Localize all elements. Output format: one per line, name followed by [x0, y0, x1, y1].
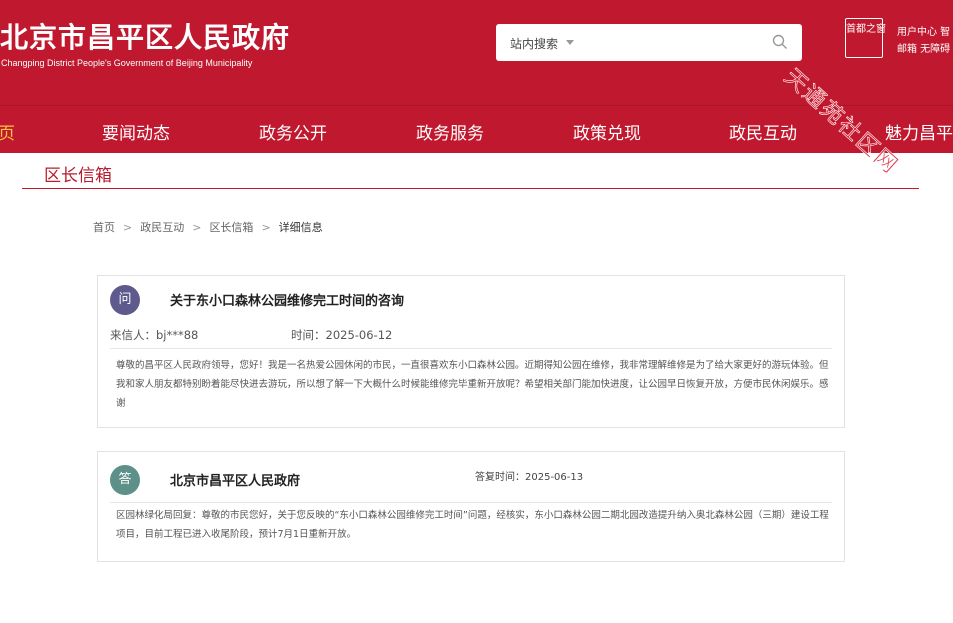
question-card: 问 关于东小口森林公园维修完工时间的咨询 来信人：bj***88 时间：2025… [97, 275, 845, 428]
caret-down-icon[interactable] [566, 40, 574, 45]
breadcrumb-interaction[interactable]: 政民互动 [140, 221, 184, 234]
user-center-link[interactable]: 用户中心 智 [897, 24, 950, 41]
search-icon[interactable] [772, 34, 788, 50]
user-links: 用户中心 智 邮箱 无障碍 [897, 24, 950, 58]
question-body: 尊敬的昌平区人民政府领导，您好！我是一名热爱公园休闲的市民，一直很喜欢东小口森林… [116, 360, 829, 409]
answer-avatar: 答 [110, 465, 140, 495]
nav-item-changping[interactable]: 魅力昌平 [885, 119, 953, 144]
question-time: 时间：2025-06-12 [291, 328, 393, 342]
breadcrumb-mailbox[interactable]: 区长信箱 [209, 221, 253, 234]
nav-item-services[interactable]: 政务服务 [416, 119, 484, 144]
question-sender: 来信人：bj***88 [110, 328, 199, 342]
answer-card: 答 北京市昌平区人民政府 答复时间：2025-06-13 区园林绿化局回复：尊敬… [97, 451, 845, 562]
breadcrumb-separator: > [261, 221, 271, 234]
nav-item-interaction[interactable]: 政民互动 [729, 119, 797, 144]
breadcrumb-current: 详细信息 [278, 221, 323, 234]
breadcrumb-separator: > [123, 221, 133, 234]
question-title: 关于东小口森林公园维修完工时间的咨询 [170, 294, 405, 309]
breadcrumb: 首页 > 政民互动 > 区长信箱 > 详细信息 [93, 219, 323, 235]
card-divider [110, 348, 832, 349]
title-divider [22, 188, 919, 189]
answer-body: 区园林绿化局回复：尊敬的市民您好，关于您反映的“东小口森林公园维修完工时间”问题… [116, 510, 829, 540]
nav-item-gov-affairs[interactable]: 政务公开 [259, 119, 327, 144]
nav-item-home[interactable]: 页 [0, 119, 15, 144]
answer-title: 北京市昌平区人民政府 [170, 474, 301, 489]
breadcrumb-home[interactable]: 首页 [93, 221, 115, 234]
question-avatar: 问 [110, 285, 140, 315]
site-title[interactable]: 北京市昌平区人民政府 [0, 16, 290, 56]
site-subtitle: Changping District People's Government o… [1, 58, 253, 68]
mail-accessibility-link[interactable]: 邮箱 无障碍 [897, 41, 950, 58]
nav-item-policy[interactable]: 政策兑现 [573, 119, 641, 144]
breadcrumb-separator: > [192, 221, 202, 234]
page-title: 区长信箱 [44, 166, 112, 186]
search-input[interactable] [586, 30, 756, 54]
search-scope-select[interactable]: 站内搜索 [510, 35, 558, 52]
search-box: 站内搜索 [496, 24, 802, 61]
badge-label: 首都之窗 [846, 24, 886, 35]
nav-item-news[interactable]: 要闻动态 [102, 119, 170, 144]
reply-time: 答复时间：2025-06-13 [475, 472, 584, 483]
card-divider [110, 502, 832, 503]
capital-window-badge-icon[interactable]: 首都之窗 [845, 18, 886, 58]
